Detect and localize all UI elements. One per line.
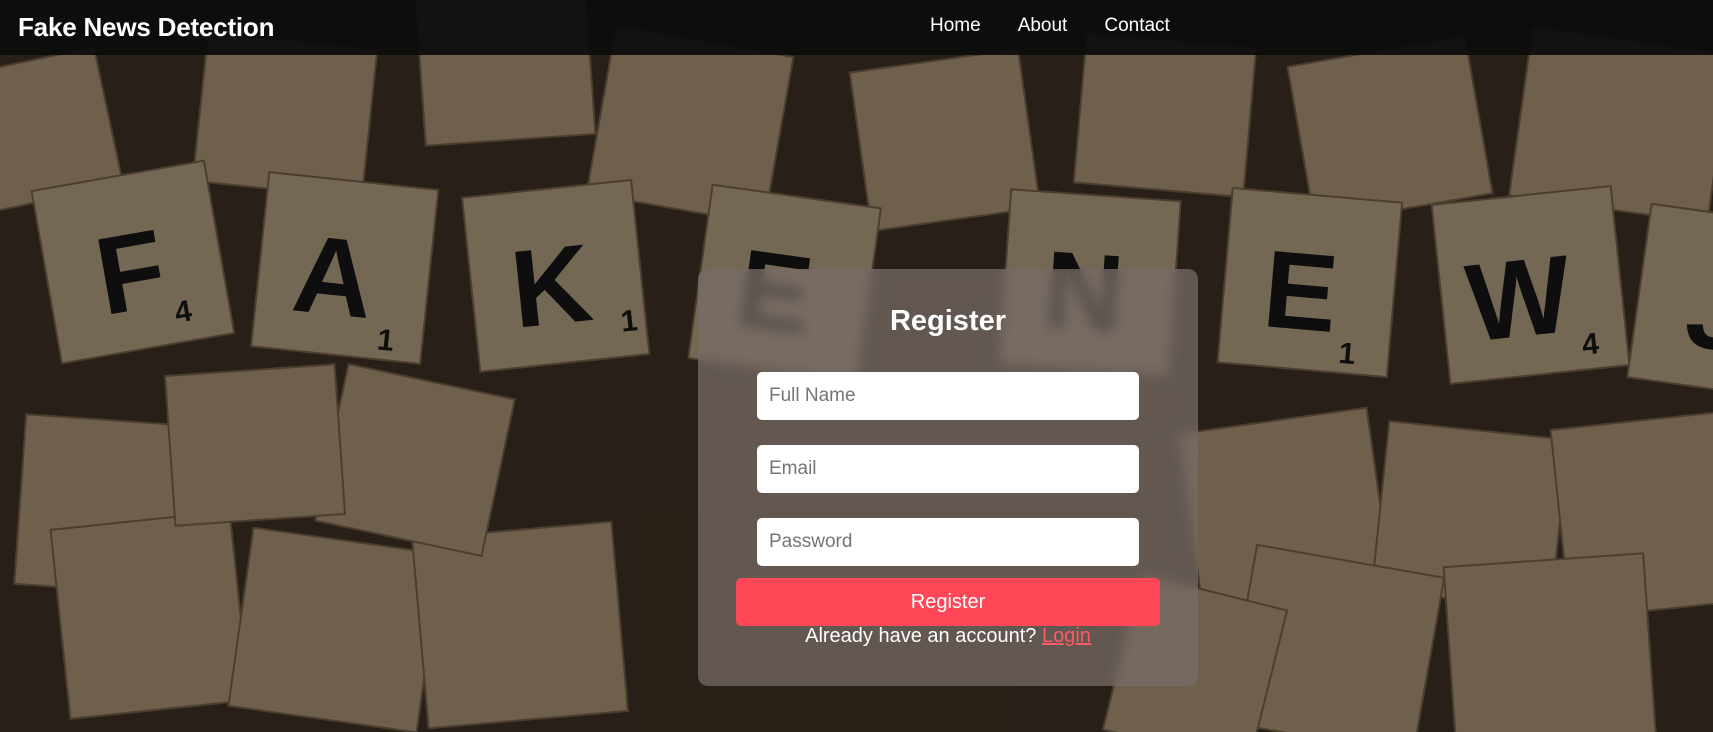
register-card: Register Register Already have an accoun… (698, 269, 1198, 686)
register-title: Register (889, 305, 1007, 337)
full-name-input[interactable] (757, 372, 1139, 420)
password-input[interactable] (757, 518, 1139, 566)
register-button[interactable]: Register (736, 578, 1160, 626)
login-prompt-line: Already have an account? Login (698, 625, 1198, 648)
nav-link-contact[interactable]: Contact (1104, 15, 1169, 37)
nav-link-home[interactable]: Home (930, 15, 981, 37)
login-link[interactable]: Login (1042, 625, 1091, 647)
site-title[interactable]: Fake News Detection (18, 12, 274, 43)
email-input[interactable] (757, 445, 1139, 493)
navbar: Fake News Detection Home About Contact (0, 0, 1713, 55)
login-prompt-text: Already have an account? (805, 625, 1037, 647)
nav-link-about[interactable]: About (1018, 15, 1068, 37)
nav-links: Home About Contact (930, 15, 1207, 37)
page: F 4 A 1 K 1 E N E (0, 0, 1713, 732)
